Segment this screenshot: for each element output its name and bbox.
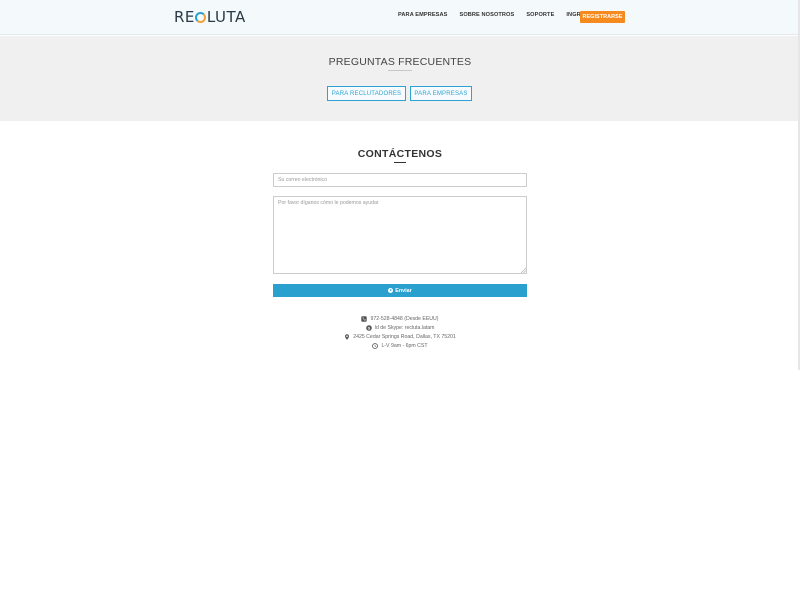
skype-text: Id de Skype: recluta.latam: [374, 325, 435, 331]
main-nav: PARA EMPRESAS SOBRE NOSOTROS SOPORTE ING…: [398, 12, 609, 18]
resize-grip-icon[interactable]: [520, 267, 526, 273]
svg-text:S: S: [367, 325, 370, 330]
contact-phone: 972-528-4848 (Desde EEUU): [0, 316, 800, 322]
logo-text-end: LUTA: [206, 8, 246, 26]
logo-c-icon: [195, 11, 207, 23]
faq-recruiters-button[interactable]: PARA RECLUTADORES: [327, 86, 406, 101]
send-button[interactable]: Enviar: [273, 284, 527, 297]
hours-text: L-V 9am - 6pm CST: [381, 343, 428, 349]
nav-sobre-nosotros[interactable]: SOBRE NOSOTROS: [459, 12, 514, 18]
logo-text-start: RE: [174, 8, 195, 26]
contact-skype: S Id de Skype: recluta.latam: [0, 325, 800, 331]
play-circle-icon: [388, 288, 394, 293]
contact-hours: L-V 9am - 6pm CST: [0, 343, 800, 349]
phone-text: 972-528-4848 (Desde EEUU): [370, 316, 439, 322]
recluta-logo[interactable]: RE LUTA: [174, 8, 246, 26]
skype-icon: S: [365, 325, 372, 331]
nav-para-empresas[interactable]: PARA EMPRESAS: [398, 12, 447, 18]
address-text: 2425 Cedar Springs Road, Dallas, TX 7520…: [353, 334, 456, 340]
phone-icon: [361, 316, 368, 322]
nav-soporte[interactable]: SOPORTE: [526, 12, 554, 18]
contact-title: CONTÁCTENOS: [357, 148, 443, 160]
faq-companies-button[interactable]: PARA EMPRESAS: [410, 86, 472, 101]
faq-title: PREGUNTAS FRECUENTES: [328, 56, 472, 68]
email-input[interactable]: [273, 173, 527, 187]
top-header: RE LUTA PARA EMPRESAS SOBRE NOSOTROS SOPO…: [0, 0, 800, 35]
map-marker-icon: [344, 334, 350, 340]
contact-title-underline: [394, 162, 406, 163]
faq-title-underline: [388, 70, 412, 71]
clock-icon: [372, 343, 379, 349]
message-textarea[interactable]: [273, 196, 527, 274]
register-button[interactable]: REGISTRARSE: [580, 11, 625, 23]
contact-address: 2425 Cedar Springs Road, Dallas, TX 7520…: [0, 334, 800, 340]
faq-section: PREGUNTAS FRECUENTES PARA RECLUTADORES P…: [0, 36, 800, 121]
send-button-label: Enviar: [395, 287, 412, 294]
